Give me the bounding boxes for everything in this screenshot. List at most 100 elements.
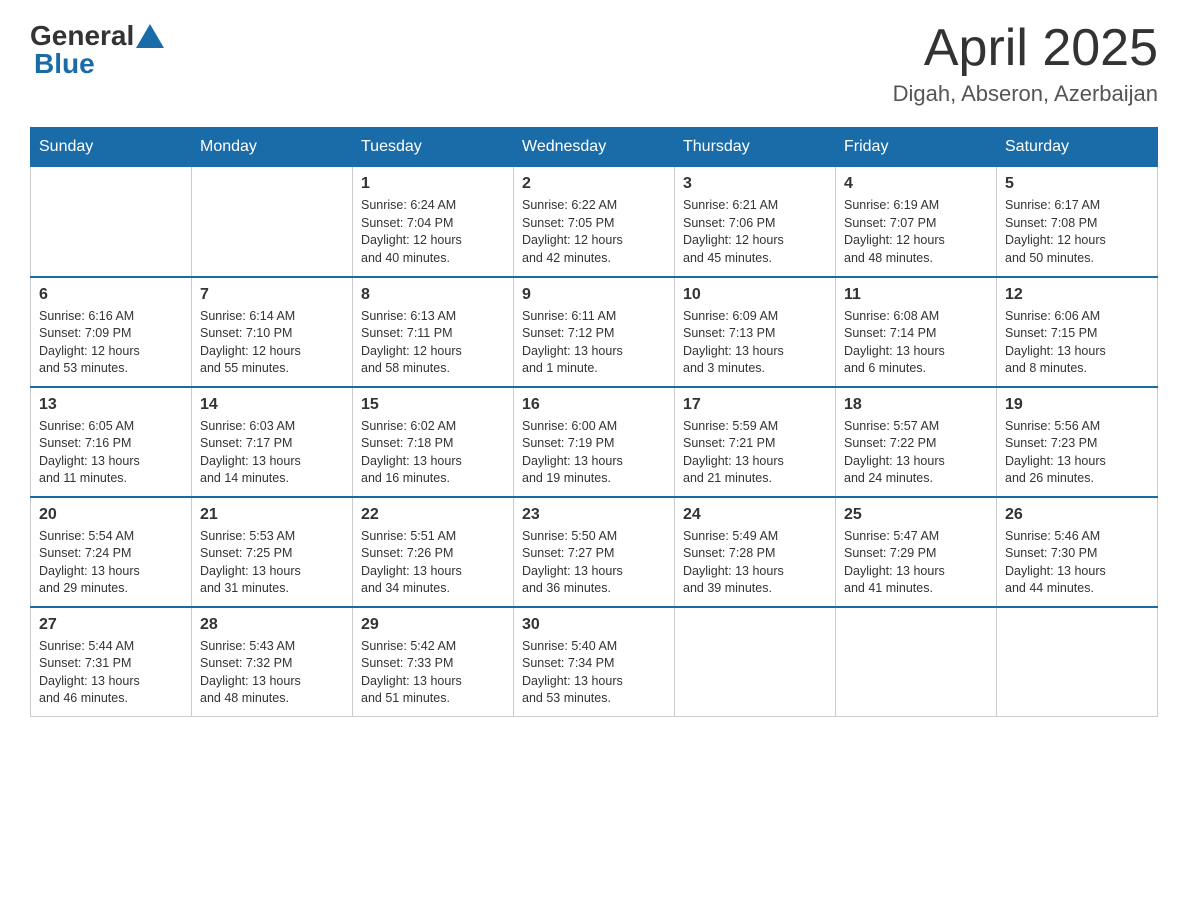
day-info: Sunrise: 5:56 AM Sunset: 7:23 PM Dayligh… bbox=[1005, 418, 1149, 488]
day-number: 28 bbox=[200, 616, 344, 634]
weekday-header-friday: Friday bbox=[836, 128, 997, 167]
calendar-cell: 8 Sunrise: 6:13 AM Sunset: 7:11 PM Daylig… bbox=[353, 277, 514, 387]
calendar-week-row: 1Sunrise: 6:24 AM Sunset: 7:04 PM Daylig… bbox=[31, 167, 1158, 277]
day-info: Sunrise: 6:13 AM Sunset: 7:11 PM Dayligh… bbox=[361, 308, 505, 378]
logo: General Blue bbox=[30, 20, 166, 80]
calendar-cell: 11Sunrise: 6:08 AM Sunset: 7:14 PM Dayli… bbox=[836, 277, 997, 387]
day-info: Sunrise: 5:49 AM Sunset: 7:28 PM Dayligh… bbox=[683, 528, 827, 598]
day-number: 4 bbox=[844, 175, 988, 193]
day-number: 20 bbox=[39, 506, 183, 524]
calendar-cell bbox=[836, 607, 997, 717]
day-number: 2 bbox=[522, 175, 666, 193]
calendar-cell: 14Sunrise: 6:03 AM Sunset: 7:17 PM Dayli… bbox=[192, 387, 353, 497]
weekday-header-row: SundayMondayTuesdayWednesdayThursdayFrid… bbox=[31, 128, 1158, 167]
calendar-cell: 5 Sunrise: 6:17 AM Sunset: 7:08 PM Daylig… bbox=[997, 167, 1158, 277]
day-number: 16 bbox=[522, 396, 666, 414]
month-title: April 2025 bbox=[893, 20, 1158, 77]
day-number: 24 bbox=[683, 506, 827, 524]
title-section: April 2025 Digah, Abseron, Azerbaijan bbox=[893, 20, 1158, 107]
day-number: 30 bbox=[522, 616, 666, 634]
day-number: 10 bbox=[683, 286, 827, 304]
day-info: Sunrise: 6:08 AM Sunset: 7:14 PM Dayligh… bbox=[844, 308, 988, 378]
weekday-header-saturday: Saturday bbox=[997, 128, 1158, 167]
calendar-cell: 22 Sunrise: 5:51 AM Sunset: 7:26 PM Dayli… bbox=[353, 497, 514, 607]
calendar-cell: 29 Sunrise: 5:42 AM Sunset: 7:33 PM Dayli… bbox=[353, 607, 514, 717]
calendar-cell: 28 Sunrise: 5:43 AM Sunset: 7:32 PM Dayli… bbox=[192, 607, 353, 717]
calendar-cell: 20Sunrise: 5:54 AM Sunset: 7:24 PM Dayli… bbox=[31, 497, 192, 607]
weekday-header-sunday: Sunday bbox=[31, 128, 192, 167]
day-number: 1 bbox=[361, 175, 505, 193]
calendar-cell: 17 Sunrise: 5:59 AM Sunset: 7:21 PM Dayli… bbox=[675, 387, 836, 497]
day-number: 3 bbox=[683, 175, 827, 193]
calendar-cell: 7 Sunrise: 6:14 AM Sunset: 7:10 PM Daylig… bbox=[192, 277, 353, 387]
calendar-cell: 1Sunrise: 6:24 AM Sunset: 7:04 PM Daylig… bbox=[353, 167, 514, 277]
weekday-header-thursday: Thursday bbox=[675, 128, 836, 167]
calendar-cell bbox=[31, 167, 192, 277]
day-info: Sunrise: 5:44 AM Sunset: 7:31 PM Dayligh… bbox=[39, 638, 183, 708]
calendar-cell: 27 Sunrise: 5:44 AM Sunset: 7:31 PM Dayli… bbox=[31, 607, 192, 717]
day-info: Sunrise: 5:57 AM Sunset: 7:22 PM Dayligh… bbox=[844, 418, 988, 488]
day-info: Sunrise: 6:16 AM Sunset: 7:09 PM Dayligh… bbox=[39, 308, 183, 378]
calendar-cell bbox=[675, 607, 836, 717]
day-info: Sunrise: 5:51 AM Sunset: 7:26 PM Dayligh… bbox=[361, 528, 505, 598]
calendar-cell: 2 Sunrise: 6:22 AM Sunset: 7:05 PM Daylig… bbox=[514, 167, 675, 277]
calendar-cell: 13 Sunrise: 6:05 AM Sunset: 7:16 PM Dayli… bbox=[31, 387, 192, 497]
logo-triangle-icon bbox=[136, 24, 164, 48]
calendar-cell: 9 Sunrise: 6:11 AM Sunset: 7:12 PM Daylig… bbox=[514, 277, 675, 387]
calendar-cell bbox=[997, 607, 1158, 717]
day-info: Sunrise: 6:02 AM Sunset: 7:18 PM Dayligh… bbox=[361, 418, 505, 488]
day-info: Sunrise: 6:17 AM Sunset: 7:08 PM Dayligh… bbox=[1005, 197, 1149, 267]
calendar-cell: 16 Sunrise: 6:00 AM Sunset: 7:19 PM Dayli… bbox=[514, 387, 675, 497]
day-info: Sunrise: 6:06 AM Sunset: 7:15 PM Dayligh… bbox=[1005, 308, 1149, 378]
calendar-cell: 21 Sunrise: 5:53 AM Sunset: 7:25 PM Dayli… bbox=[192, 497, 353, 607]
day-number: 27 bbox=[39, 616, 183, 634]
day-number: 7 bbox=[200, 286, 344, 304]
day-number: 23 bbox=[522, 506, 666, 524]
day-number: 19 bbox=[1005, 396, 1149, 414]
day-info: Sunrise: 6:22 AM Sunset: 7:05 PM Dayligh… bbox=[522, 197, 666, 267]
day-info: Sunrise: 5:50 AM Sunset: 7:27 PM Dayligh… bbox=[522, 528, 666, 598]
day-number: 12 bbox=[1005, 286, 1149, 304]
calendar-cell: 30 Sunrise: 5:40 AM Sunset: 7:34 PM Dayli… bbox=[514, 607, 675, 717]
day-number: 13 bbox=[39, 396, 183, 414]
day-info: Sunrise: 5:53 AM Sunset: 7:25 PM Dayligh… bbox=[200, 528, 344, 598]
day-info: Sunrise: 6:14 AM Sunset: 7:10 PM Dayligh… bbox=[200, 308, 344, 378]
calendar-cell: 10 Sunrise: 6:09 AM Sunset: 7:13 PM Dayli… bbox=[675, 277, 836, 387]
day-info: Sunrise: 6:09 AM Sunset: 7:13 PM Dayligh… bbox=[683, 308, 827, 378]
day-info: Sunrise: 6:19 AM Sunset: 7:07 PM Dayligh… bbox=[844, 197, 988, 267]
day-number: 25 bbox=[844, 506, 988, 524]
calendar-cell: 24 Sunrise: 5:49 AM Sunset: 7:28 PM Dayli… bbox=[675, 497, 836, 607]
day-info: Sunrise: 6:11 AM Sunset: 7:12 PM Dayligh… bbox=[522, 308, 666, 378]
day-info: Sunrise: 5:46 AM Sunset: 7:30 PM Dayligh… bbox=[1005, 528, 1149, 598]
calendar-cell bbox=[192, 167, 353, 277]
calendar-cell: 4 Sunrise: 6:19 AM Sunset: 7:07 PM Daylig… bbox=[836, 167, 997, 277]
calendar-cell: 12 Sunrise: 6:06 AM Sunset: 7:15 PM Dayli… bbox=[997, 277, 1158, 387]
day-number: 22 bbox=[361, 506, 505, 524]
calendar-cell: 25 Sunrise: 5:47 AM Sunset: 7:29 PM Dayli… bbox=[836, 497, 997, 607]
day-number: 6 bbox=[39, 286, 183, 304]
calendar-week-row: 27 Sunrise: 5:44 AM Sunset: 7:31 PM Dayli… bbox=[31, 607, 1158, 717]
day-number: 8 bbox=[361, 286, 505, 304]
day-number: 26 bbox=[1005, 506, 1149, 524]
location-title: Digah, Abseron, Azerbaijan bbox=[893, 81, 1158, 107]
calendar-week-row: 13 Sunrise: 6:05 AM Sunset: 7:16 PM Dayli… bbox=[31, 387, 1158, 497]
calendar-week-row: 6 Sunrise: 6:16 AM Sunset: 7:09 PM Daylig… bbox=[31, 277, 1158, 387]
weekday-header-monday: Monday bbox=[192, 128, 353, 167]
calendar-cell: 3Sunrise: 6:21 AM Sunset: 7:06 PM Daylig… bbox=[675, 167, 836, 277]
day-info: Sunrise: 5:59 AM Sunset: 7:21 PM Dayligh… bbox=[683, 418, 827, 488]
day-info: Sunrise: 5:47 AM Sunset: 7:29 PM Dayligh… bbox=[844, 528, 988, 598]
day-number: 14 bbox=[200, 396, 344, 414]
calendar-cell: 18Sunrise: 5:57 AM Sunset: 7:22 PM Dayli… bbox=[836, 387, 997, 497]
day-info: Sunrise: 6:05 AM Sunset: 7:16 PM Dayligh… bbox=[39, 418, 183, 488]
day-info: Sunrise: 6:00 AM Sunset: 7:19 PM Dayligh… bbox=[522, 418, 666, 488]
day-number: 17 bbox=[683, 396, 827, 414]
day-number: 9 bbox=[522, 286, 666, 304]
day-info: Sunrise: 5:40 AM Sunset: 7:34 PM Dayligh… bbox=[522, 638, 666, 708]
calendar-week-row: 20Sunrise: 5:54 AM Sunset: 7:24 PM Dayli… bbox=[31, 497, 1158, 607]
day-number: 29 bbox=[361, 616, 505, 634]
weekday-header-tuesday: Tuesday bbox=[353, 128, 514, 167]
day-number: 5 bbox=[1005, 175, 1149, 193]
day-number: 21 bbox=[200, 506, 344, 524]
day-info: Sunrise: 5:43 AM Sunset: 7:32 PM Dayligh… bbox=[200, 638, 344, 708]
day-info: Sunrise: 5:42 AM Sunset: 7:33 PM Dayligh… bbox=[361, 638, 505, 708]
